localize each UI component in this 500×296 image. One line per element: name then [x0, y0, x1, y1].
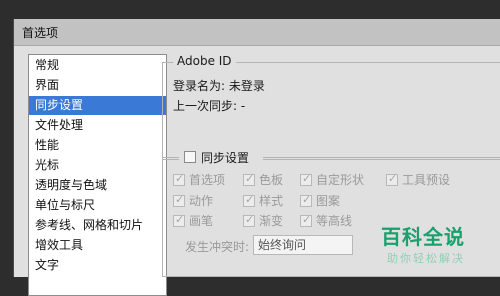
sidebar-item-sync-settings[interactable]: 同步设置	[29, 96, 166, 115]
adobe-id-group: Adobe ID 登录名为: 未登录 上一次同步: -	[162, 54, 500, 160]
sync-checkbox-label: 同步设置	[201, 151, 250, 165]
option-preferences-checkbox[interactable]: ✓	[173, 172, 185, 186]
option-gradients-checkbox[interactable]: ✓	[243, 213, 255, 227]
adobe-id-title: Adobe ID	[173, 54, 236, 68]
sidebar-item-guides-grid-slices[interactable]: 参考线、网格和切片	[29, 216, 166, 235]
conflict-select[interactable]: 始终询问	[253, 235, 353, 255]
sidebar-item-type[interactable]: 文字	[29, 256, 166, 275]
option-contours-label: 等高线	[316, 214, 353, 228]
option-custom-shapes-checkbox[interactable]: ✓	[300, 172, 312, 186]
login-status: 登录名为: 未登录	[173, 79, 265, 93]
option-patterns-label: 图案	[316, 194, 341, 208]
sidebar-item-performance[interactable]: 性能	[29, 136, 166, 155]
sidebar-item-cursors[interactable]: 光标	[29, 156, 166, 175]
preferences-window: 首选项 常规 界面 同步设置 文件处理 性能 光标 透明度与色域 单位与标尺 参…	[13, 19, 500, 296]
watermark-logo: 百科全说 助你轻松解决	[361, 219, 481, 271]
option-patterns-checkbox[interactable]: ✓	[300, 193, 312, 207]
sidebar-item-general[interactable]: 常规	[29, 56, 166, 75]
option-tool-presets-checkbox[interactable]: ✓	[386, 172, 398, 186]
option-contours-checkbox[interactable]: ✓	[300, 213, 312, 227]
watermark-subtitle: 助你轻松解决	[387, 252, 465, 265]
option-swatches-label: 色板	[259, 173, 284, 187]
sidebar-item-file-handling[interactable]: 文件处理	[29, 116, 166, 135]
title-bar: 首选项	[14, 19, 500, 46]
option-actions-label: 动作	[189, 194, 214, 208]
category-list[interactable]: 常规 界面 同步设置 文件处理 性能 光标 透明度与色域 单位与标尺 参考线、网…	[28, 54, 167, 296]
option-actions-checkbox[interactable]: ✓	[173, 193, 185, 207]
sync-checkbox[interactable]	[184, 151, 196, 163]
option-brushes-checkbox[interactable]: ✓	[173, 213, 185, 227]
conflict-label: 发生冲突时:	[185, 240, 250, 254]
last-sync-status: 上一次同步: -	[173, 99, 246, 113]
option-preferences-label: 首选项	[189, 173, 226, 187]
sidebar-item-plugins[interactable]: 增效工具	[29, 236, 166, 255]
option-brushes-label: 画笔	[189, 214, 214, 228]
watermark-title: 百科全说	[381, 225, 465, 249]
sidebar-item-transparency-gamut[interactable]: 透明度与色域	[29, 176, 166, 195]
option-swatches-checkbox[interactable]: ✓	[243, 172, 255, 186]
option-gradients-label: 渐变	[259, 214, 284, 228]
option-tool-presets-label: 工具预设	[402, 173, 451, 187]
option-styles-label: 样式	[259, 194, 284, 208]
option-custom-shapes-label: 自定形状	[316, 173, 365, 187]
sync-toggle[interactable]: 同步设置	[179, 149, 263, 165]
sidebar-item-units-rulers[interactable]: 单位与标尺	[29, 196, 166, 215]
sidebar-item-interface[interactable]: 界面	[29, 76, 166, 95]
window-title: 首选项	[22, 26, 59, 40]
option-styles-checkbox[interactable]: ✓	[243, 193, 255, 207]
